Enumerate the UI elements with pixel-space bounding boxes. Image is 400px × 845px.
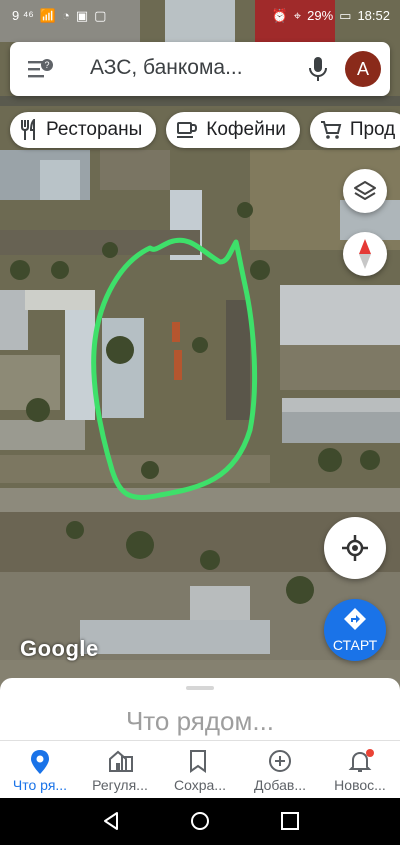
bookmark-icon [190,750,206,773]
commute-icon [109,750,133,772]
nav-label: Новос... [334,777,386,793]
chip-groceries[interactable]: Прод [309,112,400,148]
cart-icon [320,121,342,139]
chip-label: Кофейни [206,119,286,140]
directions-icon [344,608,366,630]
menu-icon[interactable]: ? [28,58,54,80]
search-bar[interactable]: ? АЗС, банкома... A [10,42,390,96]
chip-label: Рестораны [46,119,143,140]
nav-label: Добав... [253,777,306,793]
chip-coffee[interactable]: Кофейни [166,112,300,148]
nav-saved[interactable]: Сохра... [160,741,240,799]
clock: 18:52 [357,8,390,23]
chip-restaurants[interactable]: Рестораны [10,112,157,148]
nav-label: Сохра... [174,777,226,793]
nav-explore[interactable]: Что ря... [0,741,80,799]
sheet-title: Что рядом... [125,706,275,736]
start-label: СТАРТ [332,637,378,653]
signal-text: 9 ⁴⁶ [12,8,34,23]
notification-dot [366,749,374,757]
satellite-imagery [0,0,400,690]
explore-pin-icon [31,750,49,774]
location-status-icon: ⌖ [293,8,302,23]
home-icon[interactable] [189,810,211,832]
restaurant-icon [21,119,35,140]
status-bar: 9 ⁴⁶ 📶 ◔ ▣ ▢ ⏰ ⌖ 29% ▭ 18:52 [0,0,400,34]
bottom-navigation: Что ря... Регуля... Сохра... Добав... Но… [0,740,400,799]
start-navigation-button[interactable]: СТАРТ [324,599,386,661]
svg-text:?: ? [44,60,49,70]
system-navigation-bar [0,798,400,845]
google-logo: Google [20,636,99,661]
whatsapp-icon: ◔ [61,8,70,23]
chip-label: Прод [349,119,396,140]
coffee-icon [177,122,198,138]
nav-updates[interactable]: Новос... [320,741,400,799]
layers-button[interactable] [343,169,387,213]
nav-label: Что ря... [12,777,68,793]
battery-icon: ▭ [339,8,352,23]
layers-icon [354,181,376,200]
category-chips: Рестораны Кофейни Прод [10,112,400,150]
search-input[interactable]: АЗС, банкома... [90,56,243,80]
alarm-icon: ⏰ [271,8,288,23]
battery-percent: 29% [307,8,334,23]
avatar[interactable]: A [345,51,381,87]
nav-commute[interactable]: Регуля... [80,741,160,799]
sheet-handle[interactable] [186,686,214,690]
crosshair-icon [342,535,368,561]
nav-label: Регуля... [92,777,148,793]
notification-icon: ▢ [94,8,107,23]
my-location-button[interactable] [324,517,386,579]
recents-icon[interactable] [279,810,301,832]
back-icon[interactable] [100,810,122,832]
nav-contribute[interactable]: Добав... [240,741,320,799]
mic-icon[interactable] [306,55,330,83]
bottom-sheet[interactable]: Что рядом... [0,678,400,748]
wifi-icon: 📶 [39,8,56,23]
add-circle-icon [269,750,291,772]
compass-icon [359,239,371,269]
map-view[interactable]: Google СТАРТ [0,0,400,690]
compass-button[interactable] [343,232,387,276]
gallery-icon: ▣ [75,8,89,23]
